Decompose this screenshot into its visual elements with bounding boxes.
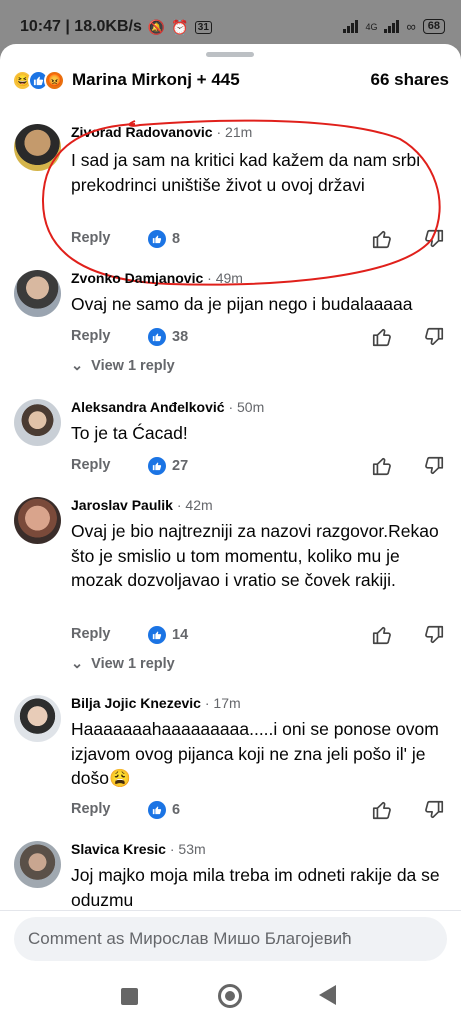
thumbs-up-icon[interactable]	[371, 799, 393, 825]
comment-time: 53m	[178, 841, 206, 857]
avatar[interactable]	[14, 841, 61, 888]
signal-icon-2	[384, 20, 400, 33]
status-time-speed: 10:47 | 18.0KB/s	[20, 18, 142, 35]
comment-author[interactable]: Aleksandra Anđelković	[71, 399, 225, 415]
mute-icon: 🔕	[147, 18, 166, 35]
reactions-summary[interactable]: 😆 😡 Marina Mirkonj + 445 66 shares	[12, 66, 449, 94]
avatar[interactable]	[14, 497, 61, 544]
comment-likes[interactable]: 27	[148, 457, 188, 475]
comment-author[interactable]: Zvonko Damjanovic	[71, 270, 203, 286]
calendar-icon: 31	[194, 20, 212, 34]
reply-button[interactable]: Reply	[71, 626, 111, 642]
comment-likes[interactable]: 6	[148, 801, 180, 819]
reply-button[interactable]: Reply	[71, 457, 111, 473]
view-replies-link[interactable]: ⌄ View 1 reply	[71, 358, 175, 374]
like-count: 6	[172, 802, 181, 818]
like-count: 38	[172, 329, 189, 345]
signal-icon	[343, 20, 359, 33]
back-icon[interactable]	[319, 985, 336, 1005]
view-replies-label: View 1 reply	[91, 656, 175, 672]
alarm-icon: ⏰	[171, 18, 189, 35]
view-replies-link[interactable]: ⌄ View 1 reply	[71, 656, 175, 672]
comment-likes[interactable]: 14	[148, 626, 188, 644]
like-icon	[148, 801, 166, 819]
thumbs-up-icon[interactable]	[371, 624, 393, 650]
recent-apps-icon[interactable]	[121, 988, 138, 1005]
view-replies-label: View 1 reply	[91, 358, 175, 374]
comment-actions: Reply 14	[71, 624, 451, 650]
network-type: 4G	[365, 21, 378, 32]
like-icon	[148, 626, 166, 644]
comment-actions: Reply 6	[71, 799, 451, 825]
thumbs-up-icon[interactable]	[371, 455, 393, 481]
like-count: 27	[172, 458, 189, 474]
comments-sheet: 😆 😡 Marina Mirkonj + 445 66 shares Zivor…	[0, 44, 461, 1024]
thumbs-down-icon[interactable]	[423, 799, 445, 825]
comment-time: 50m	[237, 399, 265, 415]
like-icon	[148, 457, 166, 475]
chevron-down-icon: ⌄	[71, 358, 84, 374]
comment-text: Haaaaaaahaaaaaaaaa.....i oni se ponose o…	[71, 719, 439, 788]
comment-text: Ovaj je bio najtrezniji za nazovi razgov…	[71, 521, 439, 590]
chevron-down-icon: ⌄	[71, 656, 84, 672]
comment-text: Ovaj ne samo da je pijan nego i budalaaa…	[71, 294, 413, 314]
drag-handle[interactable]	[206, 52, 254, 57]
link-icon: ∞	[406, 19, 416, 34]
thumbs-up-icon[interactable]	[371, 326, 393, 352]
reply-button[interactable]: Reply	[71, 801, 111, 817]
battery-icon: 68	[422, 19, 445, 34]
comment-input[interactable]: Comment as Мирослав Мишо Благојевић	[14, 917, 447, 961]
comment-time: 42m	[185, 497, 213, 513]
angry-reaction-icon: 😡	[44, 69, 65, 91]
comment-author[interactable]: Slavica Kresic	[71, 841, 166, 857]
like-count: 14	[172, 627, 189, 643]
like-icon	[148, 328, 166, 346]
thumbs-down-icon[interactable]	[423, 455, 445, 481]
comment-actions: Reply 38	[71, 326, 451, 352]
avatar[interactable]	[14, 695, 61, 742]
comment-time: 17m	[213, 695, 241, 711]
thumbs-down-icon[interactable]	[423, 326, 445, 352]
comment-author[interactable]: Bilja Jojic Knezevic	[71, 695, 201, 711]
reply-button[interactable]: Reply	[71, 328, 111, 344]
shares-count[interactable]: 66 shares	[371, 70, 449, 90]
thumbs-down-icon[interactable]	[423, 624, 445, 650]
system-nav-bar	[0, 970, 461, 1024]
comment-time: 49m	[215, 270, 243, 286]
reactors-text[interactable]: Marina Mirkonj + 445	[72, 70, 240, 90]
comment-text: To je ta Ćacad!	[71, 423, 188, 443]
comment-author[interactable]: Jaroslav Paulik	[71, 497, 173, 513]
comment-text: Joj majko moja mila treba im odneti raki…	[71, 865, 440, 910]
home-icon[interactable]	[218, 984, 242, 1008]
hand-drawn-circle-annotation	[41, 119, 441, 286]
status-bar: 10:47 | 18.0KB/s 🔕 ⏰ 31 4G ∞ 68	[0, 0, 461, 46]
comment-likes[interactable]: 38	[148, 328, 188, 346]
avatar[interactable]	[14, 399, 61, 446]
avatar[interactable]	[14, 270, 61, 317]
comment-actions: Reply 27	[71, 455, 451, 481]
